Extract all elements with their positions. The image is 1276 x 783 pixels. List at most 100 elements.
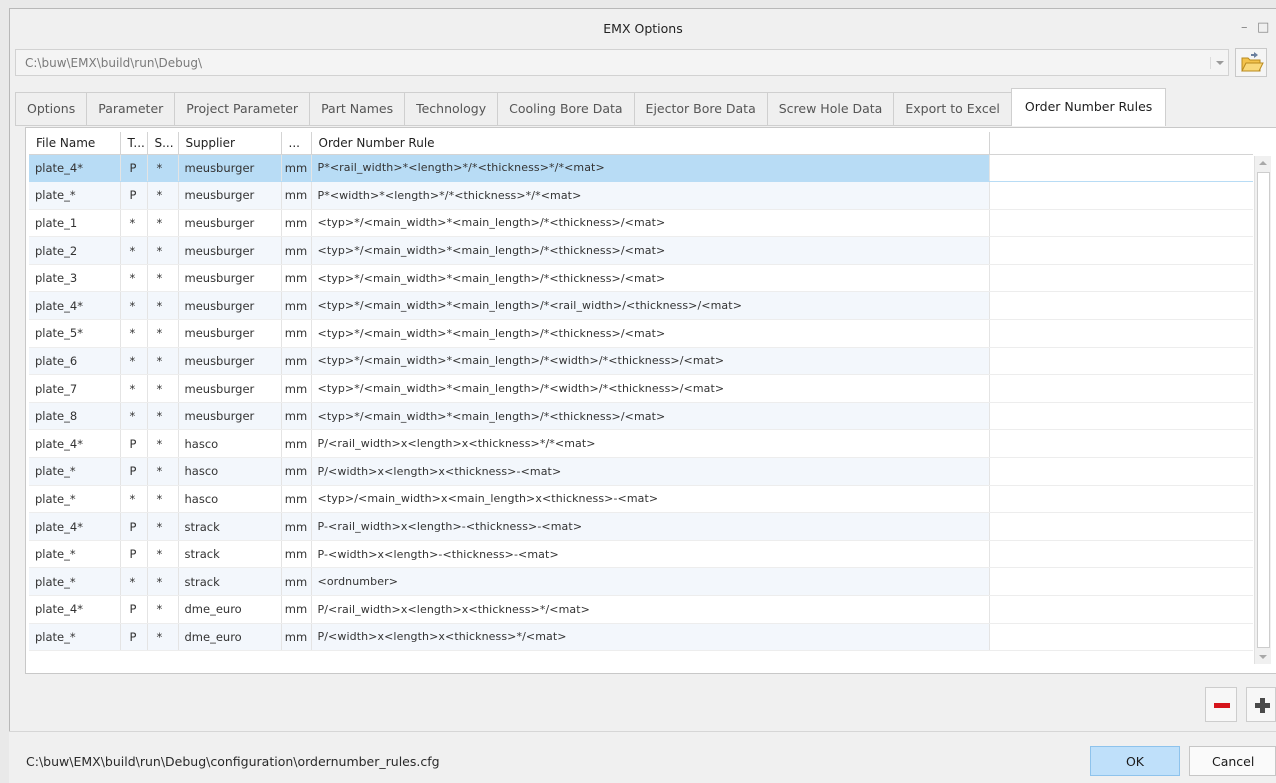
s-cell[interactable]: * <box>147 540 179 569</box>
table-row[interactable]: plate_* P * dme_euro mm P/<width>x<length>x<t… <box>29 623 1253 652</box>
s-cell[interactable]: * <box>147 623 179 652</box>
supplier-cell[interactable]: meusburger <box>178 264 282 293</box>
tab-parameter[interactable]: Parameter <box>86 92 175 126</box>
column-header-s[interactable]: S... <box>147 132 179 155</box>
supplier-cell[interactable]: meusburger <box>178 209 282 238</box>
unit-cell[interactable]: mm <box>281 236 312 265</box>
s-cell[interactable]: * <box>147 402 179 431</box>
file-name-cell[interactable]: plate_7 <box>29 374 121 403</box>
type-cell[interactable]: P <box>120 623 148 652</box>
order-rule-cell[interactable]: P*<rail_width>*<length>*/*<thickness>*/*… <box>311 154 990 183</box>
type-cell[interactable]: P <box>120 540 148 569</box>
type-cell[interactable]: P <box>120 595 148 624</box>
order-rule-cell[interactable]: P/<rail_width>x<length>x<thickness>*/<ma… <box>311 595 990 624</box>
tab-project-parameter[interactable]: Project Parameter <box>174 92 310 126</box>
order-rule-cell[interactable]: <typ>*/<main_width>*<main_length>/*<thic… <box>311 264 990 293</box>
supplier-cell[interactable]: meusburger <box>178 347 282 376</box>
unit-cell[interactable]: mm <box>281 457 312 486</box>
unit-cell[interactable]: mm <box>281 374 312 403</box>
order-rule-cell[interactable]: P-<rail_width>x<length>-<thickness>-<mat… <box>311 512 990 541</box>
unit-cell[interactable]: mm <box>281 623 312 652</box>
order-rule-cell[interactable]: <typ>*/<main_width>*<main_length>/*<thic… <box>311 209 990 238</box>
order-rule-cell[interactable]: <typ>*/<main_width>*<main_length>/*<thic… <box>311 319 990 348</box>
s-cell[interactable]: * <box>147 236 179 265</box>
supplier-cell[interactable]: strack <box>178 540 282 569</box>
file-name-cell[interactable]: plate_4* <box>29 429 121 459</box>
s-cell[interactable]: * <box>147 209 179 238</box>
scrollbar-thumb[interactable] <box>1257 172 1270 648</box>
supplier-cell[interactable]: hasco <box>178 429 282 459</box>
order-rule-cell[interactable]: <typ>*/<main_width>*<main_length>/*<widt… <box>311 374 990 403</box>
tab-options[interactable]: Options <box>15 92 87 126</box>
table-row[interactable]: plate_2 * * meusburger mm <typ>*/<main_width>… <box>29 236 1253 265</box>
order-rule-cell[interactable]: <ordnumber> <box>311 567 990 596</box>
file-name-cell[interactable]: plate_4* <box>29 512 121 541</box>
s-cell[interactable]: * <box>147 264 179 293</box>
unit-cell[interactable]: mm <box>281 567 312 596</box>
supplier-cell[interactable]: dme_euro <box>178 623 282 652</box>
order-rule-cell[interactable]: <typ>*/<main_width>*<main_length>/*<widt… <box>311 347 990 376</box>
type-cell[interactable]: * <box>120 347 148 376</box>
order-rule-cell[interactable]: P*<width>*<length>*/*<thickness>*/*<mat> <box>311 181 990 210</box>
s-cell[interactable]: * <box>147 154 179 183</box>
chevron-down-icon[interactable] <box>1210 57 1224 69</box>
minimize-icon[interactable]: – <box>1241 21 1248 35</box>
type-cell[interactable]: * <box>120 402 148 431</box>
type-cell[interactable]: * <box>120 291 148 321</box>
unit-cell[interactable]: mm <box>281 209 312 238</box>
type-cell[interactable]: P <box>120 512 148 541</box>
unit-cell[interactable]: mm <box>281 181 312 210</box>
table-row[interactable]: plate_* P * strack mm P-<width>x<length>-<thi… <box>29 540 1253 569</box>
type-cell[interactable]: * <box>120 209 148 238</box>
file-name-cell[interactable]: plate_* <box>29 181 121 210</box>
unit-cell[interactable]: mm <box>281 291 312 321</box>
tab-technology[interactable]: Technology <box>404 92 498 126</box>
scroll-up-icon[interactable] <box>1259 161 1267 165</box>
column-header-supplier[interactable]: Supplier <box>178 132 282 155</box>
order-rule-cell[interactable]: <typ>/<main_width>x<main_length>x<thickn… <box>311 485 990 514</box>
file-name-cell[interactable]: plate_1 <box>29 209 121 238</box>
column-header-unit[interactable]: ... <box>281 132 312 155</box>
table-row[interactable]: plate_4* P * dme_euro mm P/<rail_width>x<leng… <box>29 595 1253 624</box>
file-name-cell[interactable]: plate_8 <box>29 402 121 431</box>
type-cell[interactable]: * <box>120 236 148 265</box>
s-cell[interactable]: * <box>147 567 179 596</box>
s-cell[interactable]: * <box>147 485 179 514</box>
scroll-down-icon[interactable] <box>1259 655 1267 659</box>
type-cell[interactable]: * <box>120 374 148 403</box>
table-row[interactable]: plate_5* * * meusburger mm <typ>*/<main_width… <box>29 319 1253 348</box>
s-cell[interactable]: * <box>147 457 179 486</box>
table-row[interactable]: plate_6 * * meusburger mm <typ>*/<main_width>… <box>29 347 1253 376</box>
order-rule-cell[interactable]: <typ>*/<main_width>*<main_length>/*<thic… <box>311 402 990 431</box>
table-row[interactable]: plate_4* P * meusburger mm P*<rail_width>*<le… <box>29 154 1253 183</box>
file-name-cell[interactable]: plate_3 <box>29 264 121 293</box>
s-cell[interactable]: * <box>147 291 179 321</box>
table-row[interactable]: plate_8 * * meusburger mm <typ>*/<main_width>… <box>29 402 1253 431</box>
supplier-cell[interactable]: meusburger <box>178 154 282 183</box>
unit-cell[interactable]: mm <box>281 347 312 376</box>
tab-cooling-bore-data[interactable]: Cooling Bore Data <box>497 92 634 126</box>
table-row[interactable]: plate_* * * hasco mm <typ>/<main_width>x<main… <box>29 485 1253 514</box>
unit-cell[interactable]: mm <box>281 429 312 459</box>
s-cell[interactable]: * <box>147 374 179 403</box>
table-row[interactable]: plate_* P * hasco mm P/<width>x<length>x<thic… <box>29 457 1253 486</box>
add-rule-button[interactable] <box>1246 687 1276 722</box>
file-name-cell[interactable]: plate_2 <box>29 236 121 265</box>
table-row[interactable]: plate_4* * * meusburger mm <typ>*/<main_width… <box>29 291 1253 321</box>
order-rule-cell[interactable]: P/<width>x<length>x<thickness>-<mat> <box>311 457 990 486</box>
unit-cell[interactable]: mm <box>281 319 312 348</box>
order-rule-cell[interactable]: <typ>*/<main_width>*<main_length>/*<rail… <box>311 291 990 321</box>
order-rule-cell[interactable]: <typ>*/<main_width>*<main_length>/*<thic… <box>311 236 990 265</box>
type-cell[interactable]: * <box>120 485 148 514</box>
file-name-cell[interactable]: plate_* <box>29 485 121 514</box>
type-cell[interactable]: P <box>120 457 148 486</box>
browse-folder-button[interactable] <box>1235 48 1267 77</box>
s-cell[interactable]: * <box>147 595 179 624</box>
type-cell[interactable]: P <box>120 181 148 210</box>
type-cell[interactable]: P <box>120 429 148 459</box>
title-bar[interactable]: EMX Options – □ <box>10 9 1276 49</box>
file-name-cell[interactable]: plate_4* <box>29 154 121 183</box>
supplier-cell[interactable]: strack <box>178 567 282 596</box>
tab-ejector-bore-data[interactable]: Ejector Bore Data <box>633 92 767 126</box>
supplier-cell[interactable]: hasco <box>178 485 282 514</box>
